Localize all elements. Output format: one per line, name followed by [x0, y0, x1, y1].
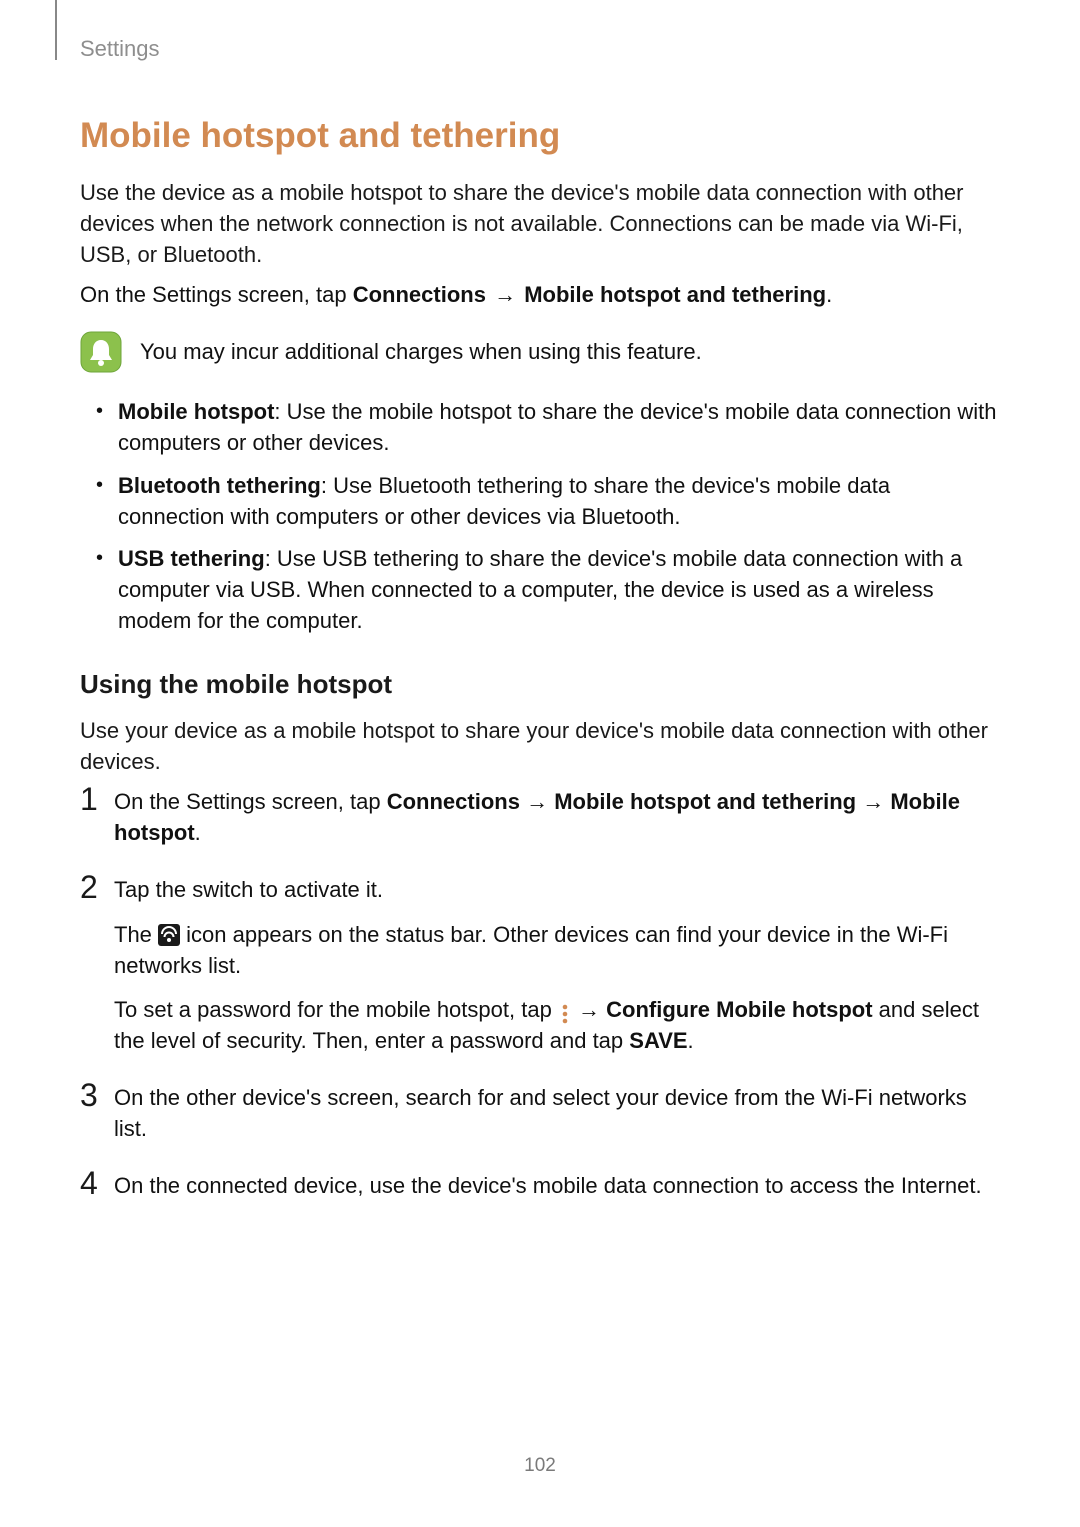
page-title: Mobile hotspot and tethering: [80, 116, 1000, 156]
navigation-instruction: On the Settings screen, tap Connections …: [80, 280, 1000, 311]
step-2-line1: Tap the switch to activate it.: [114, 875, 1000, 906]
feature-term: Mobile hotspot: [118, 399, 274, 424]
step-4-text: On the connected device, use the device'…: [114, 1171, 1000, 1202]
page: Settings Mobile hotspot and tethering Us…: [0, 0, 1080, 1527]
step-2: Tap the switch to activate it. The icon …: [80, 875, 1000, 1057]
step-4: On the connected device, use the device'…: [80, 1171, 1000, 1202]
list-item: Bluetooth tethering: Use Bluetooth tethe…: [118, 471, 1000, 533]
arrow-icon: →: [526, 789, 548, 814]
nav-prefix: On the Settings screen, tap: [80, 282, 353, 307]
steps-list: On the Settings screen, tap Connections …: [80, 787, 1000, 1201]
sub-intro: Use your device as a mobile hotspot to s…: [80, 716, 1000, 778]
step1-path-connections: Connections: [387, 789, 520, 814]
feature-term: USB tethering: [118, 546, 265, 571]
arrow-icon: →: [492, 280, 518, 311]
step-2-line3: To set a password for the mobile hotspot…: [114, 995, 1000, 1057]
feature-term: Bluetooth tethering: [118, 473, 321, 498]
step1-prefix: On the Settings screen, tap: [114, 789, 387, 814]
more-options-icon: [560, 1003, 570, 1025]
step-1: On the Settings screen, tap Connections …: [80, 787, 1000, 849]
breadcrumb: Settings: [80, 36, 160, 62]
step-2-line2: The icon appears on the status bar. Othe…: [114, 920, 1000, 982]
step2-line3a: To set a password for the mobile hotspot…: [114, 997, 558, 1022]
page-number: 102: [0, 1455, 1080, 1477]
step-3-text: On the other device's screen, search for…: [114, 1083, 1000, 1145]
step2-line2b: icon appears on the status bar. Other de…: [114, 922, 948, 978]
arrow-icon: →: [862, 789, 884, 814]
step1-path-tethering: Mobile hotspot and tethering: [554, 789, 856, 814]
step2-arrow-text: →: [572, 997, 606, 1022]
list-item: Mobile hotspot: Use the mobile hotspot t…: [118, 397, 1000, 459]
step2-configure: Configure Mobile hotspot: [606, 997, 872, 1022]
header-divider: [55, 0, 57, 60]
page-content: Mobile hotspot and tethering Use the dev…: [80, 36, 1000, 1201]
notice-bell-icon: [80, 331, 122, 373]
feature-list: Mobile hotspot: Use the mobile hotspot t…: [80, 397, 1000, 637]
note-callout: You may incur additional charges when us…: [80, 331, 1000, 373]
intro-paragraph: Use the device as a mobile hotspot to sh…: [80, 178, 1000, 270]
step2-save: SAVE: [629, 1028, 687, 1053]
step-3: On the other device's screen, search for…: [80, 1083, 1000, 1145]
list-item: USB tethering: Use USB tethering to shar…: [118, 544, 1000, 636]
note-text: You may incur additional charges when us…: [140, 337, 702, 368]
nav-path-connections: Connections: [353, 282, 486, 307]
step1-suffix: .: [195, 820, 201, 845]
hotspot-status-icon: [158, 924, 180, 946]
nav-path-hotspot: Mobile hotspot and tethering: [524, 282, 826, 307]
step2-line3d: .: [688, 1028, 694, 1053]
subheading: Using the mobile hotspot: [80, 669, 1000, 700]
nav-suffix: .: [826, 282, 832, 307]
step-1-text: On the Settings screen, tap Connections …: [114, 787, 1000, 849]
step2-line2a: The: [114, 922, 158, 947]
